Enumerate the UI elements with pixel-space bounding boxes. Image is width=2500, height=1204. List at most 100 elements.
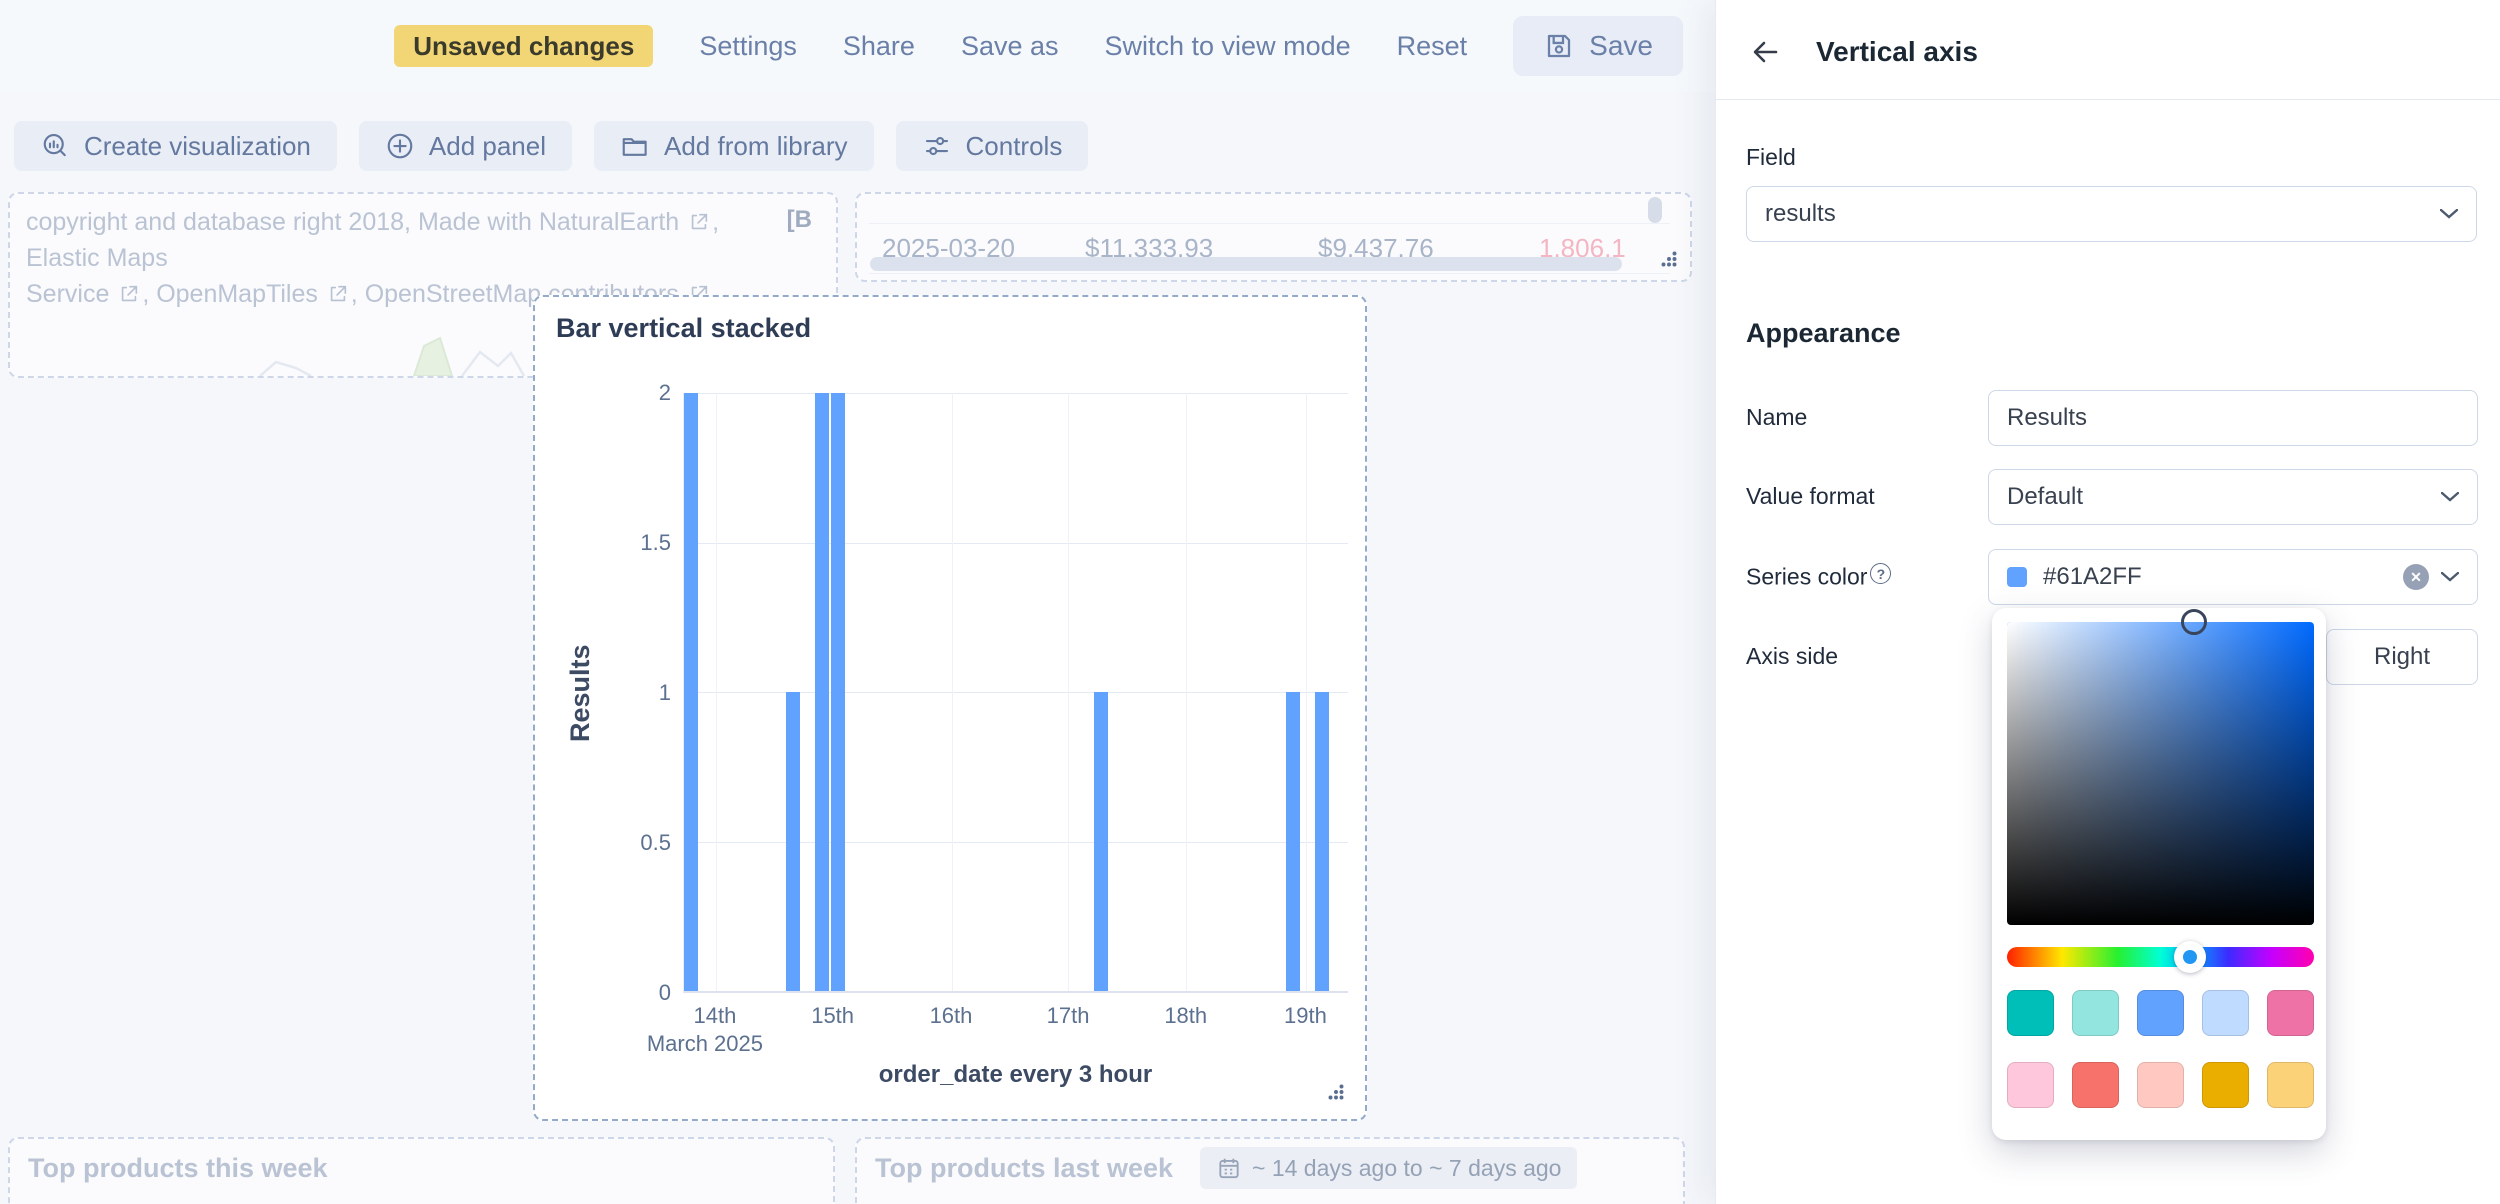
x-tick-label: 19th [1284, 1003, 1327, 1029]
palette-swatch[interactable] [2137, 1062, 2184, 1108]
saturation-handle[interactable] [2181, 609, 2207, 635]
palette-swatch[interactable] [2137, 990, 2184, 1036]
nav-item-switch-to-view-mode[interactable]: Switch to view mode [1105, 31, 1351, 62]
dashboard-main-area: Unsaved changes Settings Share Save as S… [0, 0, 1715, 1204]
chart-bar[interactable] [1094, 692, 1108, 991]
x-tick-label: 16th [930, 1003, 973, 1029]
value-format-label: Value format [1746, 483, 1875, 510]
x-axis-sub-label: March 2025 [647, 1031, 763, 1057]
palette-swatch[interactable] [2072, 1062, 2119, 1108]
floppy-disk-icon [1543, 30, 1575, 62]
series-color-value: #61A2FF [2043, 563, 2403, 591]
panel-title: Top products this week [28, 1153, 328, 1184]
chevron-down-icon [2440, 209, 2458, 219]
nav-item-settings[interactable]: Settings [699, 31, 797, 62]
controls-button[interactable]: Controls [896, 121, 1089, 171]
horizontal-scrollbar[interactable] [870, 257, 1622, 271]
value-format-value: Default [2007, 483, 2429, 511]
create-visualization-button[interactable]: Create visualization [14, 121, 337, 171]
palette-swatch[interactable] [2202, 1062, 2249, 1108]
x-tick-label: 15th [811, 1003, 854, 1029]
top-products-last-week-panel[interactable]: Top products last week ~ 14 days ago to … [855, 1137, 1685, 1204]
palette-swatch[interactable] [2267, 1062, 2314, 1108]
dashboard-edit-screen: Unsaved changes Settings Share Save as S… [0, 0, 2500, 1204]
series-color-label-text: Series color [1746, 564, 1867, 590]
sliders-icon [922, 131, 952, 161]
plus-circle-icon [385, 131, 415, 161]
y-axis-tick-labels: 00.511.52 [595, 393, 671, 993]
palette-swatch[interactable] [2072, 990, 2119, 1036]
chart-bar[interactable] [1315, 692, 1329, 991]
add-from-library-button[interactable]: Add from library [594, 121, 874, 171]
gridline-vertical [1306, 393, 1307, 991]
external-link-icon [327, 283, 349, 305]
panel-title: Top products last week [875, 1153, 1173, 1184]
y-tick-label: 0.5 [640, 830, 671, 856]
field-select[interactable]: results [1746, 186, 2477, 242]
chart-bar[interactable] [684, 393, 698, 991]
flyout-title: Vertical axis [1816, 36, 1978, 68]
back-button[interactable] [1750, 36, 1782, 73]
palette-swatch[interactable] [2007, 1062, 2054, 1108]
series-color-picker-input[interactable]: #61A2FF ✕ [1988, 549, 2478, 605]
controls-label: Controls [966, 131, 1063, 162]
add-panel-button[interactable]: Add panel [359, 121, 572, 171]
x-tick-label: 18th [1164, 1003, 1207, 1029]
time-range-badge[interactable]: ~ 14 days ago to ~ 7 days ago [1200, 1147, 1577, 1189]
nav-item-save-as[interactable]: Save as [961, 31, 1059, 62]
help-icon[interactable]: ? [1870, 563, 1891, 584]
unsaved-changes-badge[interactable]: Unsaved changes [394, 25, 653, 67]
drag-dots-icon[interactable] [1325, 1081, 1347, 1103]
series-color-swatch [2007, 567, 2027, 587]
axis-side-right-button[interactable]: Right [2326, 629, 2478, 685]
palette-swatch[interactable] [2007, 990, 2054, 1036]
table-panel[interactable]: 2025-03-20 $11,333.93 $9,437.76 1,806.1 [855, 192, 1692, 282]
nav-item-share[interactable]: Share [843, 31, 915, 62]
gridline-vertical [952, 393, 953, 991]
folder-icon [620, 131, 650, 161]
external-link-icon [688, 211, 710, 233]
flyout-header: Vertical axis [1716, 0, 2500, 100]
axis-side-label: Axis side [1746, 643, 1838, 670]
bar-chart-panel[interactable]: Bar vertical stacked Results 00.511.52 1… [533, 295, 1367, 1121]
y-tick-label: 1.5 [640, 530, 671, 556]
gridline-horizontal [684, 692, 1348, 693]
table-divider [869, 223, 1670, 224]
nav-item-reset[interactable]: Reset [1397, 31, 1468, 62]
color-picker-popover [1992, 608, 2326, 1140]
x-axis-title: order_date every 3 hour [683, 1061, 1348, 1089]
map-attribution-line-1: copyright and database right 2018, Made … [26, 204, 796, 276]
map-attribution-text: copyright and database right 2018, Made … [26, 208, 686, 236]
value-format-select[interactable]: Default [1988, 469, 2478, 525]
external-link-icon [118, 283, 140, 305]
hue-slider[interactable] [2007, 947, 2314, 967]
gridline-vertical [1186, 393, 1187, 991]
saturation-gradient-box[interactable] [2007, 622, 2314, 925]
saturation-black-overlay [2007, 622, 2314, 925]
chart-bar[interactable] [1286, 692, 1300, 991]
save-button[interactable]: Save [1513, 16, 1683, 76]
gridline-vertical [716, 393, 717, 991]
vertical-scrollbar[interactable] [1648, 197, 1662, 223]
palette-swatch[interactable] [2267, 990, 2314, 1036]
x-tick-label: 14thMarch 2025 [667, 1003, 763, 1057]
map-corner-label: [B [787, 206, 812, 234]
gridline-horizontal [684, 543, 1348, 544]
add-from-library-label: Add from library [664, 131, 848, 162]
clear-color-button[interactable]: ✕ [2403, 564, 2429, 590]
arrow-left-icon [1750, 36, 1782, 68]
chart-bar[interactable] [831, 393, 845, 991]
drag-dots-icon[interactable] [1658, 248, 1680, 270]
hue-slider-handle[interactable] [2174, 941, 2206, 973]
map-attribution-text: , OpenMapTiles [142, 280, 324, 308]
table-divider [869, 273, 1670, 274]
chevron-down-icon [2441, 492, 2459, 502]
gridline-horizontal [684, 393, 1348, 394]
vertical-axis-flyout: Vertical axis Field results Appearance N… [1715, 0, 2500, 1204]
chart-bar[interactable] [786, 692, 800, 991]
palette-swatch[interactable] [2202, 990, 2249, 1036]
top-products-this-week-panel[interactable]: Top products this week [8, 1137, 835, 1204]
gridline-horizontal [684, 842, 1348, 843]
chart-bar[interactable] [815, 393, 829, 991]
name-input[interactable]: Results [1988, 390, 2478, 446]
